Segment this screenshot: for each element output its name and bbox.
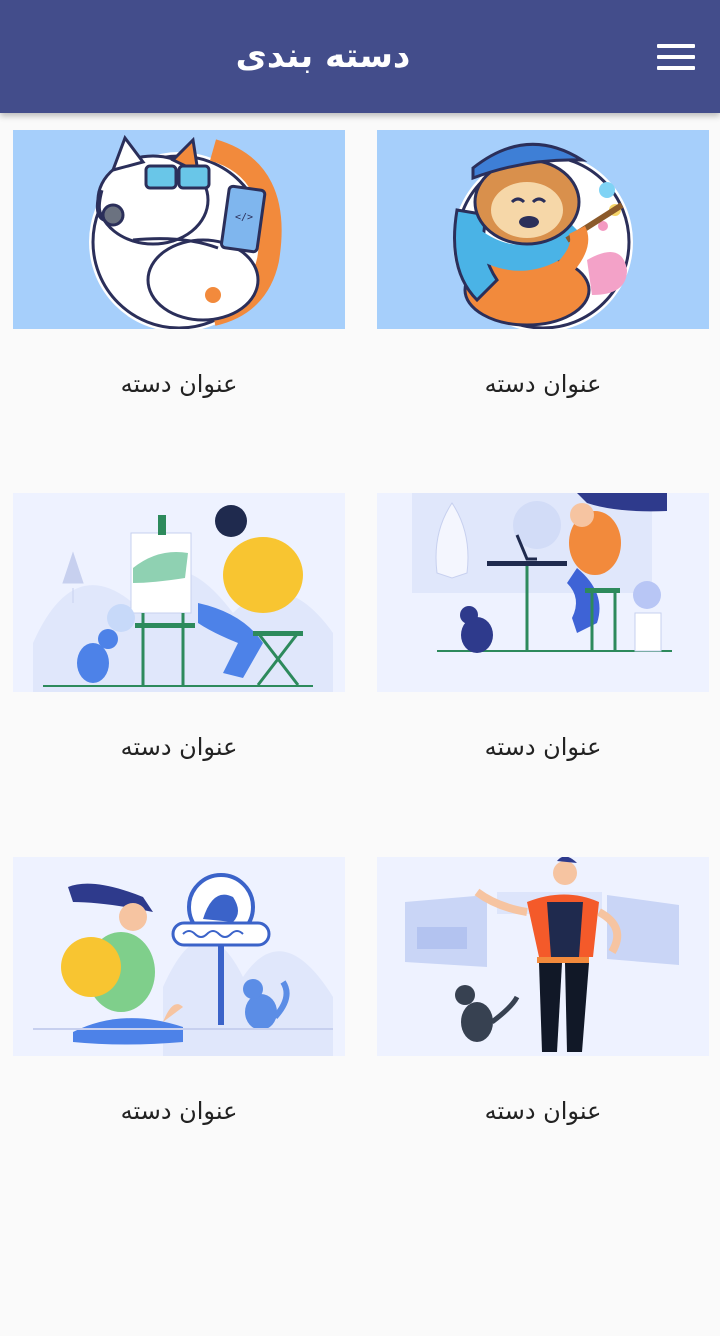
man-painting-easel-illustration	[13, 493, 345, 692]
category-title: عنوان دسته	[120, 370, 238, 398]
category-title: عنوان دسته	[484, 1097, 602, 1125]
page-title: دسته بندی	[235, 36, 411, 76]
woman-laptop-cat-illustration	[377, 493, 709, 692]
category-title: عنوان دسته	[484, 733, 602, 761]
woman-bus-stop-cat-illustration	[13, 857, 345, 1056]
sloth-artist-sticker	[377, 130, 709, 329]
category-title: عنوان دسته	[120, 1097, 238, 1125]
man-presenting-cat-illustration	[377, 857, 709, 1056]
svg-text:</>: </>	[235, 212, 253, 223]
category-title: عنوان دسته	[484, 370, 602, 398]
category-grid: عنوان دسته </> عنوان دسته عنوان دسته عنو…	[0, 0, 720, 1336]
category-title: عنوان دسته	[120, 733, 238, 761]
category-card-5[interactable]: عنوان دسته	[377, 857, 709, 1157]
app-bar: دسته بندی	[0, 0, 720, 113]
hamburger-menu-icon[interactable]	[657, 44, 695, 70]
category-card-6[interactable]: عنوان دسته	[13, 857, 345, 1157]
cat-programmer-sticker: </>	[13, 130, 345, 329]
category-card-3[interactable]: عنوان دسته	[377, 493, 709, 793]
category-card-4[interactable]: عنوان دسته	[13, 493, 345, 793]
category-card-1[interactable]: عنوان دسته	[377, 130, 709, 430]
category-card-2[interactable]: </> عنوان دسته	[13, 130, 345, 430]
